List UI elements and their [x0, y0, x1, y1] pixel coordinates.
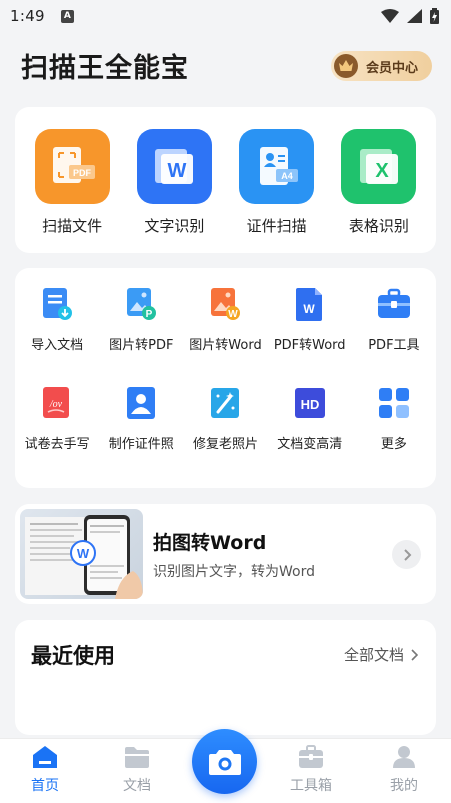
camera-icon: [208, 749, 241, 775]
image-to-pdf-button[interactable]: P 图片转PDF: [99, 286, 183, 353]
image-to-word-icon: W: [207, 286, 243, 322]
id-photo-button[interactable]: 制作证件照: [99, 385, 183, 452]
pdf-to-word-button[interactable]: W PDF转Word: [268, 286, 352, 353]
import-doc-label: 导入文档: [31, 338, 84, 353]
wifi-icon: [381, 9, 399, 23]
more-tools-label: 更多: [380, 437, 407, 452]
svg-text:HD: HD: [300, 397, 319, 412]
promo-image: W: [20, 509, 143, 599]
pdf-tools-label: PDF工具: [368, 338, 420, 353]
id-scan-label: 证件扫描: [246, 217, 307, 235]
image-to-word-button[interactable]: W 图片转Word: [183, 286, 267, 353]
image-to-word-label: 图片转Word: [189, 338, 262, 353]
chevron-right-icon[interactable]: [392, 540, 421, 569]
nav-profile[interactable]: 我的: [369, 745, 439, 795]
photo-restore-button[interactable]: 修复老照片: [183, 385, 267, 452]
scan-pdf-icon: PDF: [34, 129, 110, 204]
id-card-icon: A4: [239, 129, 315, 204]
home-icon: [33, 746, 57, 768]
svg-text:A4: A4: [281, 171, 293, 181]
nav-documents-label: 文档: [123, 778, 151, 794]
app-title: 扫描王全能宝: [21, 53, 189, 84]
all-documents-label: 全部文档: [343, 646, 404, 664]
scan-file-button[interactable]: PDF 扫描文件: [22, 129, 122, 236]
table-recognition-label: 表格识别: [348, 217, 409, 235]
pdf-to-word-label: PDF转Word: [273, 338, 346, 353]
nav-profile-label: 我的: [390, 778, 418, 794]
id-photo-icon: [123, 385, 159, 421]
svg-text:W: W: [303, 302, 315, 316]
hd-document-button[interactable]: HD 文档变高清: [268, 385, 352, 452]
toolbox-icon: [376, 286, 412, 322]
notification-icon: A: [60, 9, 74, 23]
id-scan-button[interactable]: A4 证件扫描: [227, 129, 327, 236]
import-doc-icon: [39, 286, 75, 322]
chevron-right-icon: [411, 648, 418, 661]
pdf-tools-button[interactable]: PDF工具: [352, 286, 436, 353]
remove-handwriting-label: 试卷去手写: [24, 437, 90, 452]
text-recognition-label: 文字识别: [144, 217, 205, 235]
photo-to-word-banner[interactable]: W 拍图转Word 识别图片文字，转为Word: [15, 504, 436, 604]
tools-card: 导入文档 P 图片转PDF W 图片转Word W PDF转Word PDF工具: [15, 268, 436, 488]
remove-handwriting-icon: /ov: [39, 385, 75, 421]
word-doc-icon: W: [136, 129, 212, 204]
image-to-pdf-label: 图片转PDF: [109, 338, 174, 353]
nav-toolbox[interactable]: 工具箱: [276, 745, 346, 795]
grid-more-icon: [376, 385, 412, 421]
photo-restore-label: 修复老照片: [192, 437, 258, 452]
crown-icon: [334, 54, 358, 78]
import-doc-button[interactable]: 导入文档: [15, 286, 99, 353]
main-features-card: PDF 扫描文件 W 文字识别 A4 证件扫描 X 表格识别: [15, 107, 436, 253]
signal-icon: [407, 9, 422, 23]
promo-title: 拍图转Word: [153, 532, 267, 554]
more-tools-button[interactable]: 更多: [352, 385, 436, 452]
recent-card: 最近使用 全部文档: [15, 620, 436, 735]
remove-handwriting-button[interactable]: /ov 试卷去手写: [15, 385, 99, 452]
text-recognition-button[interactable]: W 文字识别: [124, 129, 224, 236]
vip-center-button[interactable]: 会员中心: [331, 51, 432, 81]
status-bar: 1:49 A: [0, 0, 451, 32]
pdf-to-word-icon: W: [292, 286, 328, 322]
hd-icon: HD: [292, 385, 328, 421]
svg-text:W: W: [229, 309, 239, 320]
svg-text:P: P: [146, 309, 153, 320]
camera-button[interactable]: [192, 729, 257, 794]
svg-text:X: X: [375, 160, 389, 182]
nav-home-label: 首页: [31, 778, 59, 794]
user-icon: [393, 746, 415, 768]
photo-restore-icon: [207, 385, 243, 421]
toolbox-icon: [299, 745, 323, 768]
folder-icon: [125, 747, 149, 768]
id-photo-label: 制作证件照: [108, 437, 174, 452]
svg-text:/ov: /ov: [49, 399, 63, 410]
all-documents-link[interactable]: 全部文档: [344, 644, 418, 665]
scan-file-label: 扫描文件: [42, 217, 103, 235]
svg-text:PDF: PDF: [73, 168, 92, 178]
recent-title: 最近使用: [31, 644, 115, 668]
promo-subtitle: 识别图片文字，转为Word: [153, 564, 315, 580]
table-recognition-button[interactable]: X 表格识别: [329, 129, 429, 236]
nav-toolbox-label: 工具箱: [290, 778, 332, 794]
excel-icon: X: [341, 129, 417, 204]
hd-document-label: 文档变高清: [277, 437, 343, 452]
vip-center-label: 会员中心: [366, 60, 419, 76]
svg-text:W: W: [77, 546, 90, 561]
image-to-pdf-icon: P: [123, 286, 159, 322]
nav-home[interactable]: 首页: [10, 745, 80, 795]
status-time: 1:49: [10, 7, 45, 25]
battery-icon: [430, 8, 439, 24]
svg-text:W: W: [168, 160, 187, 182]
nav-documents[interactable]: 文档: [102, 745, 172, 795]
